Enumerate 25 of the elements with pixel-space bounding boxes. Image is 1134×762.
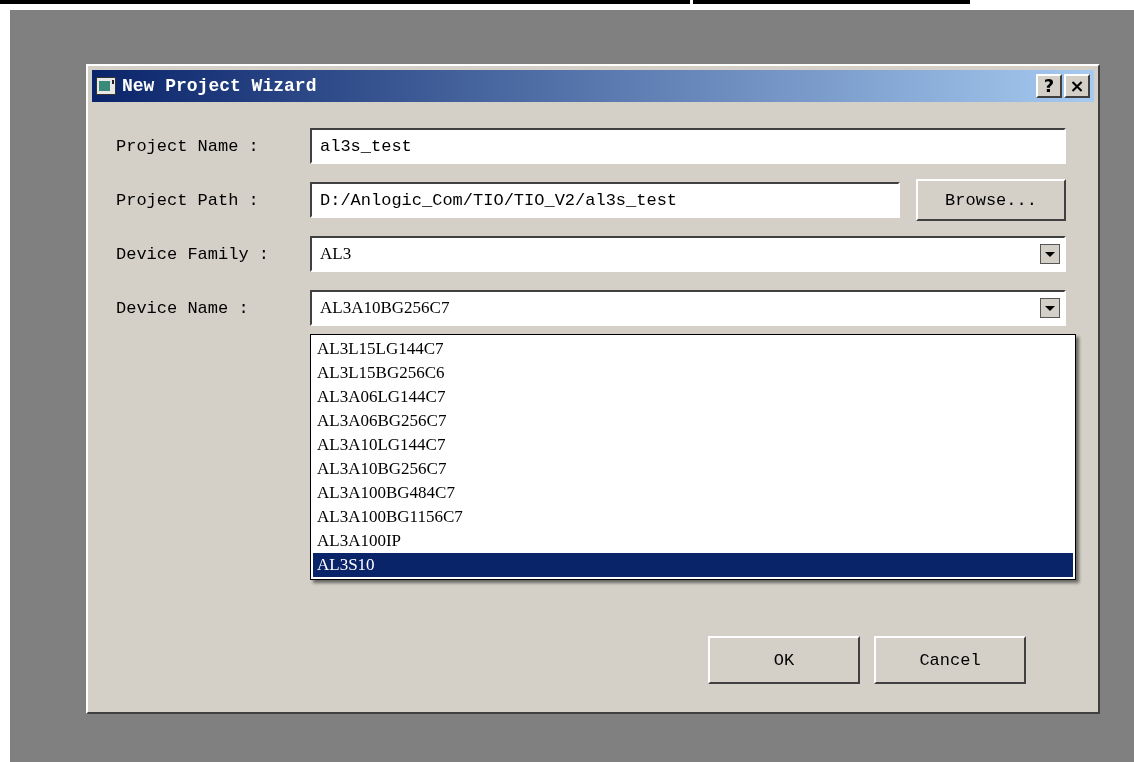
field-label: Device Name :: [116, 298, 250, 318]
list-item[interactable]: AL3A10BG256C7: [313, 457, 1073, 481]
combo-box[interactable]: AL3A10BG256C7: [310, 290, 1066, 326]
list-item[interactable]: AL3A10LG144C7: [313, 433, 1073, 457]
list-item[interactable]: AL3L15BG256C6: [313, 361, 1073, 385]
browse-button[interactable]: Browse...: [916, 179, 1066, 221]
list-item[interactable]: AL3A06BG256C7: [313, 409, 1073, 433]
close-button[interactable]: ×: [1064, 74, 1090, 98]
list-item[interactable]: AL3A100BG1156C7: [313, 505, 1073, 529]
list-item[interactable]: AL3A06LG144C7: [313, 385, 1073, 409]
path-field[interactable]: D:/Anlogic_Com/TIO/TIO_V2/al3s_test: [310, 182, 900, 218]
list-item[interactable]: AL3L15LG144C7: [313, 337, 1073, 361]
field-label: Project Name :: [116, 136, 260, 156]
window-icon: [96, 77, 116, 95]
list-item[interactable]: AL3S10: [313, 553, 1073, 577]
window-title: New Project Wizard: [122, 76, 318, 96]
field-label: Project Path :: [116, 190, 260, 210]
name-field[interactable]: al3s_test: [310, 128, 1066, 164]
ok-button[interactable]: OK: [708, 636, 860, 684]
combo-box[interactable]: AL3: [310, 236, 1066, 272]
list-item[interactable]: AL3A100IP: [313, 529, 1073, 553]
list-item[interactable]: AL3A100BG484C7: [313, 481, 1073, 505]
cancel-button[interactable]: Cancel: [874, 636, 1026, 684]
field-label: Device Family :: [116, 244, 271, 264]
help-button[interactable]: ?: [1036, 74, 1062, 98]
